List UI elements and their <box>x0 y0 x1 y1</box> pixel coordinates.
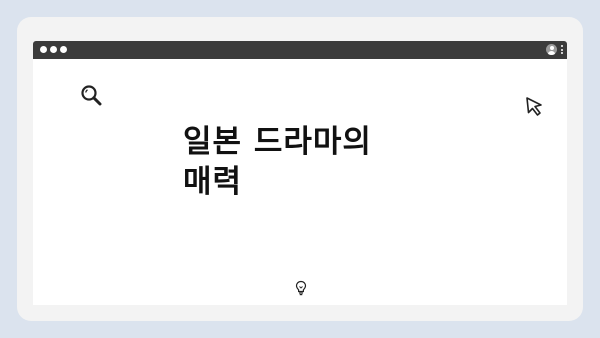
content-panel: 일본 드라마의 매력 <box>33 59 567 305</box>
slide-title: 일본 드라마의 매력 <box>183 122 463 202</box>
minimize-window-button[interactable] <box>50 46 57 53</box>
slide-title-line2: 매력 <box>183 164 243 200</box>
lightbulb-icon <box>295 280 307 300</box>
maximize-window-button[interactable] <box>60 46 67 53</box>
search-icon <box>80 84 104 110</box>
window-controls <box>40 46 67 53</box>
close-window-button[interactable] <box>40 46 47 53</box>
user-icon[interactable] <box>546 44 557 55</box>
toolbar-icons <box>546 44 563 55</box>
page: 일본 드라마의 매력 <box>0 0 600 338</box>
cursor-arrow-icon <box>524 95 546 123</box>
slide-title-line1: 일본 드라마의 <box>183 124 372 160</box>
browser-title-bar <box>33 41 567 59</box>
kebab-menu-icon[interactable] <box>561 45 563 54</box>
